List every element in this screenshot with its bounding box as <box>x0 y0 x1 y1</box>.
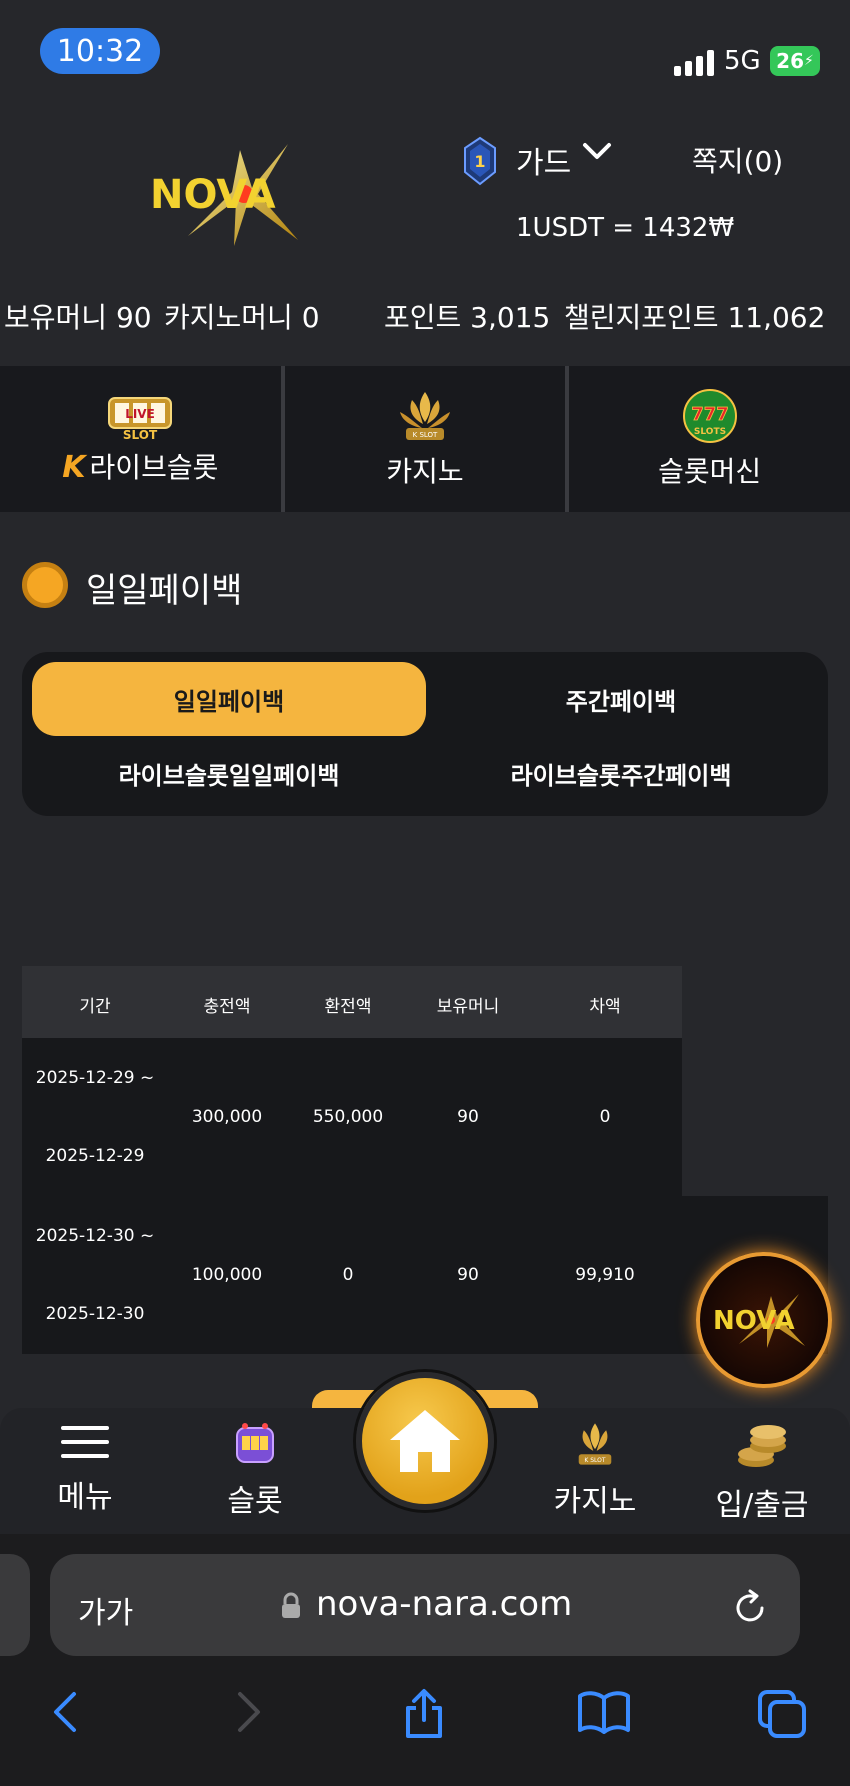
deposit-amount: 100,000 <box>191 1265 263 1285</box>
nav-label: 슬롯 <box>227 1484 283 1519</box>
game-category-tabs: LIVE SLOT K 라이브슬롯 K SLOT 카지노 777 SLOTS 슬롯… <box>0 366 850 512</box>
lock-icon <box>280 1592 302 1624</box>
user-name[interactable]: 가드 <box>516 138 571 182</box>
text-size-button[interactable]: 가가 <box>78 1588 133 1632</box>
svg-text:LIVE: LIVE <box>126 407 156 421</box>
payback-tabs: 일일페이백 주간페이백 라이브슬롯일일페이백 라이브슬롯주간페이백 <box>22 652 828 816</box>
k-slot-casino-icon: K SLOT <box>400 392 450 440</box>
tab-live-slot-weekly-payback[interactable]: 라이브슬롯주간페이백 <box>424 736 818 810</box>
exchange-rate: 1USDT = 1432₩ <box>516 213 735 243</box>
slot-machine-icon <box>236 1423 274 1463</box>
holding-amount: 90 <box>457 1107 479 1127</box>
table-row: 2025-12-30 ~ 2025-12-30 100,000 0 90 99,… <box>22 1196 682 1354</box>
page-title: 일일페이백 <box>86 571 243 611</box>
tab-casino[interactable]: K SLOT 카지노 <box>284 366 566 512</box>
777-slots-icon: 777 SLOTS <box>682 389 737 443</box>
table-row: 2025-12-29 ~ 2025-12-29 300,000 550,000 … <box>22 1038 682 1196</box>
nav-deposit-withdraw[interactable]: 입/출금 <box>692 1420 832 1524</box>
forward-icon[interactable] <box>230 1688 266 1740</box>
holding-money: 보유머니 90 <box>4 301 152 334</box>
withdrawal-amount: 550,000 <box>312 1107 384 1127</box>
bookmarks-icon[interactable] <box>576 1688 632 1740</box>
deposit-amount: 300,000 <box>191 1107 263 1127</box>
network-type: 5G <box>724 46 761 76</box>
chevron-down-icon[interactable] <box>582 140 612 168</box>
rank-badge-icon: 1 <box>462 136 498 190</box>
table-header: 기간 충전액 환전액 보유머니 차액 <box>22 966 682 1038</box>
column-header: 보유머니 <box>436 997 500 1017</box>
rank-number: 1 <box>474 152 485 171</box>
period-start: 2025-12-30 ~ <box>35 1226 155 1246</box>
k-icon: K <box>62 450 86 485</box>
svg-text:SLOT: SLOT <box>123 428 158 440</box>
holding-amount: 90 <box>457 1265 479 1285</box>
nav-casino[interactable]: K SLOT 카지노 <box>525 1420 665 1520</box>
points: 포인트 3,015 <box>384 301 551 334</box>
status-time: 10:32 <box>40 28 160 74</box>
column-header: 기간 <box>79 997 111 1017</box>
withdrawal-amount: 0 <box>342 1265 354 1285</box>
casino-money: 카지노머니 0 <box>164 301 320 334</box>
period-start: 2025-12-29 ~ <box>35 1068 155 1088</box>
column-header: 충전액 <box>203 997 251 1017</box>
tab-label: 슬롯머신 <box>658 455 762 488</box>
nav-label: 카지노 <box>553 1484 637 1519</box>
back-icon[interactable] <box>48 1688 84 1740</box>
nova-logo[interactable]: NOVA <box>148 140 328 250</box>
section-bullet-icon <box>22 562 68 608</box>
k-slot-casino-icon: K SLOT <box>578 1423 612 1465</box>
svg-text:SLOTS: SLOTS <box>694 427 726 437</box>
nav-menu[interactable]: 메뉴 <box>15 1420 155 1516</box>
column-header: 환전액 <box>324 997 372 1017</box>
svg-text:K SLOT: K SLOT <box>413 431 438 439</box>
status-bar: 10:32 5G 26 ⚡ <box>0 0 850 100</box>
nav-slot[interactable]: 슬롯 <box>185 1420 325 1520</box>
challenge-points: 챌린지포인트 11,062 <box>564 301 826 334</box>
difference-amount: 0 <box>599 1107 611 1127</box>
hamburger-menu-icon <box>61 1426 109 1458</box>
difference-amount: 99,910 <box>575 1265 635 1285</box>
tab-label: 카지노 <box>386 455 464 488</box>
tab-live-slot[interactable]: LIVE SLOT K 라이브슬롯 <box>0 366 281 512</box>
tab-daily-payback[interactable]: 일일페이백 <box>32 662 426 736</box>
svg-text:K SLOT: K SLOT <box>584 1457 606 1464</box>
signal-icon <box>674 50 714 76</box>
coins-icon <box>738 1425 786 1467</box>
reload-icon[interactable] <box>732 1588 768 1630</box>
svg-text:777: 777 <box>691 404 729 425</box>
logo-text: NOVA <box>713 1306 795 1336</box>
battery-icon: 26 ⚡ <box>770 46 820 76</box>
nav-label: 메뉴 <box>57 1480 113 1515</box>
home-icon <box>390 1410 460 1472</box>
url-text[interactable]: nova-nara.com <box>316 1584 572 1624</box>
tab-label: 라이브슬롯 <box>89 451 219 484</box>
period-end: 2025-12-30 <box>45 1304 145 1324</box>
floating-nova-button[interactable]: NOVA <box>696 1252 832 1388</box>
share-icon[interactable] <box>402 1688 446 1744</box>
logo-text: NOVA <box>150 172 276 218</box>
battery-level: 26 <box>776 49 804 73</box>
previous-tab-edge[interactable] <box>0 1554 30 1656</box>
tab-weekly-payback[interactable]: 주간페이백 <box>424 662 818 736</box>
column-header: 차액 <box>589 997 621 1017</box>
tab-slot-machine[interactable]: 777 SLOTS 슬롯머신 <box>569 366 850 512</box>
messages-link[interactable]: 쪽지(0) <box>692 140 783 180</box>
nav-label: 입/출금 <box>715 1488 809 1523</box>
period-end: 2025-12-29 <box>45 1146 145 1166</box>
tab-live-slot-daily-payback[interactable]: 라이브슬롯일일페이백 <box>32 736 426 810</box>
home-button[interactable] <box>356 1372 494 1510</box>
tabs-icon[interactable] <box>756 1688 808 1744</box>
live-slot-icon: LIVE SLOT <box>108 397 173 440</box>
